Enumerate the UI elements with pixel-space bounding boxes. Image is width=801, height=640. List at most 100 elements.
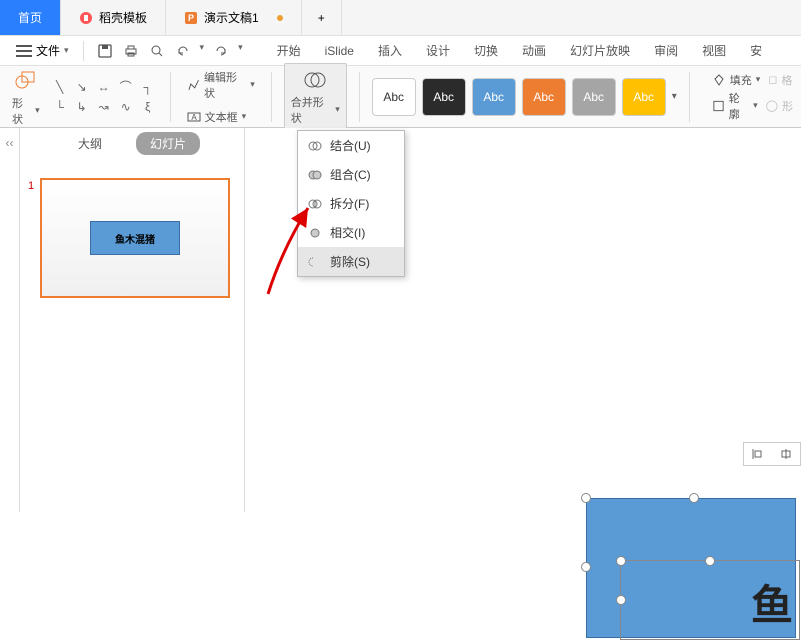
thumbnail-shape: 鱼木混猪 (90, 221, 180, 255)
shape-style-5[interactable]: Abc (572, 78, 616, 116)
shape-style-1[interactable]: Abc (372, 78, 416, 116)
outline-label: 轮廓 (729, 90, 749, 122)
elbow-icon[interactable]: └ (50, 98, 70, 116)
resize-handle[interactable] (581, 562, 591, 572)
freeform-icon[interactable]: ξ (138, 98, 158, 116)
subtract-icon (308, 255, 322, 269)
menu-transition[interactable]: 切换 (464, 38, 508, 63)
menu-slideshow[interactable]: 幻灯片放映 (560, 38, 640, 63)
gallery-expand-icon[interactable]: ▾ (672, 91, 677, 102)
menu-start[interactable]: 开始 (267, 38, 311, 63)
menu-view[interactable]: 视图 (692, 38, 736, 63)
tab-templates-label: 稻壳模板 (99, 9, 147, 26)
menu-combine[interactable]: 组合(C) (298, 160, 404, 189)
curve-icon[interactable]: ⌒ (116, 78, 136, 96)
shape-styles-gallery: Abc Abc Abc Abc Abc Abc ▾ (372, 78, 677, 116)
svg-text:A: A (191, 113, 197, 122)
shape-style-4[interactable]: Abc (522, 78, 566, 116)
elbow-arrow-icon[interactable]: ↳ (72, 98, 92, 116)
slide-number: 1 (28, 178, 40, 492)
menu-review[interactable]: 审阅 (644, 38, 688, 63)
separator (170, 72, 171, 122)
text-box-button[interactable]: A 文本框 ▾ (183, 107, 259, 127)
collapse-panel-button[interactable]: ‹‹ (0, 128, 20, 512)
tab-document[interactable]: P 演示文稿1 (166, 0, 302, 35)
fill-button[interactable]: 填充▾ ◻ 格 (712, 72, 793, 88)
combine-icon (308, 168, 322, 182)
curve-arrow-icon[interactable]: ↝ (94, 98, 114, 116)
fill-label: 填充 (730, 72, 752, 88)
redo-icon[interactable] (212, 42, 230, 60)
plus-icon: + (318, 11, 325, 25)
shape-style-3[interactable]: Abc (472, 78, 516, 116)
print-icon[interactable] (122, 42, 140, 60)
menu-intersect[interactable]: 相交(I) (298, 218, 404, 247)
undo-caret-icon[interactable]: ▾ (200, 42, 205, 60)
presentation-icon: P (184, 11, 198, 25)
thumbnail-tabs: 大纲 幻灯片 (20, 128, 244, 158)
shape-edit-group: 编辑形状 ▾ A 文本框 ▾ (183, 67, 259, 127)
double-arrow-icon[interactable]: ↔ (94, 78, 114, 96)
arrow-line-icon[interactable]: ↘ (72, 78, 92, 96)
resize-handle[interactable] (581, 493, 591, 503)
format-label: 格 (781, 72, 792, 88)
hamburger-icon (16, 45, 32, 57)
connector-icon[interactable]: ┐ (138, 78, 158, 96)
fragment-icon (308, 197, 322, 211)
divider (83, 41, 84, 61)
file-label: 文件 (36, 42, 60, 59)
file-menu-button[interactable]: 文件 ▾ (10, 38, 75, 63)
effects-icon[interactable]: ◯ (766, 99, 778, 112)
merge-shapes-dropdown: 结合(U) 组合(C) 拆分(F) 相交(I) 剪除(S) (297, 130, 405, 277)
chevron-left-icon: ‹‹ (6, 136, 14, 512)
tab-slides[interactable]: 幻灯片 (136, 132, 200, 155)
menu-insert[interactable]: 插入 (368, 38, 412, 63)
separator (359, 72, 360, 122)
caret-down-icon: ▾ (753, 100, 758, 111)
insert-shape-button[interactable]: 形状▾ (8, 65, 44, 129)
save-icon[interactable] (96, 42, 114, 60)
shape-style-6[interactable]: Abc (622, 78, 666, 116)
slide-thumbnail-1[interactable]: 鱼木混猪 (40, 178, 230, 298)
union-icon (308, 139, 322, 153)
s-curve-icon[interactable]: ∿ (116, 98, 136, 116)
align-left-icon[interactable] (751, 447, 765, 461)
modified-dot-icon (277, 15, 283, 21)
svg-text:P: P (188, 13, 194, 23)
menu-islide[interactable]: iSlide (315, 40, 364, 62)
align-center-icon[interactable] (779, 447, 793, 461)
menu-union-label: 结合(U) (330, 137, 371, 154)
tab-templates[interactable]: 稻壳模板 (61, 0, 166, 35)
caret-down-icon: ▾ (64, 45, 69, 56)
line-icon[interactable]: ╲ (50, 78, 70, 96)
merge-shapes-button[interactable]: 合并形状▾ (284, 63, 347, 131)
line-shapes-gallery[interactable]: ╲ ↘ ↔ ⌒ ┐ └ ↳ ↝ ∿ ξ (50, 78, 158, 116)
menu-intersect-label: 相交(I) (330, 224, 365, 241)
templates-icon (79, 11, 93, 25)
menu-fragment-label: 拆分(F) (330, 195, 369, 212)
tab-home[interactable]: 首页 (0, 0, 61, 35)
menu-union[interactable]: 结合(U) (298, 131, 404, 160)
undo-icon[interactable] (174, 42, 192, 60)
align-toolbar (743, 442, 801, 466)
ribbon: 形状▾ ╲ ↘ ↔ ⌒ ┐ └ ↳ ↝ ∿ ξ 编辑形状 ▾ A 文本框 ▾ 合… (0, 66, 801, 128)
menu-subtract[interactable]: 剪除(S) (298, 247, 404, 276)
redo-caret-icon[interactable]: ▾ (238, 42, 243, 60)
menu-animation[interactable]: 动画 (512, 38, 556, 63)
menu-fragment[interactable]: 拆分(F) (298, 189, 404, 218)
selected-shape-group[interactable]: 鱼 (586, 490, 801, 640)
tab-new[interactable]: + (302, 0, 342, 35)
caret-down-icon: ▾ (335, 104, 340, 115)
shape-style-2[interactable]: Abc (422, 78, 466, 116)
format-icon[interactable]: ◻ (768, 73, 777, 86)
edit-shape-button[interactable]: 编辑形状 ▾ (183, 67, 259, 103)
intersect-icon (308, 226, 322, 240)
rectangle-shape[interactable]: 鱼 (586, 498, 796, 638)
outline-button[interactable]: 轮廓▾ ◯ 形 (712, 90, 793, 122)
menu-security[interactable]: 安 (740, 38, 772, 63)
resize-handle[interactable] (689, 493, 699, 503)
menu-design[interactable]: 设计 (416, 38, 460, 63)
preview-icon[interactable] (148, 42, 166, 60)
tab-outline[interactable]: 大纲 (64, 132, 116, 155)
menu-bar: 文件 ▾ ▾ ▾ 开始 iSlide 插入 设计 切换 动画 幻灯片放映 审阅 … (0, 36, 801, 66)
